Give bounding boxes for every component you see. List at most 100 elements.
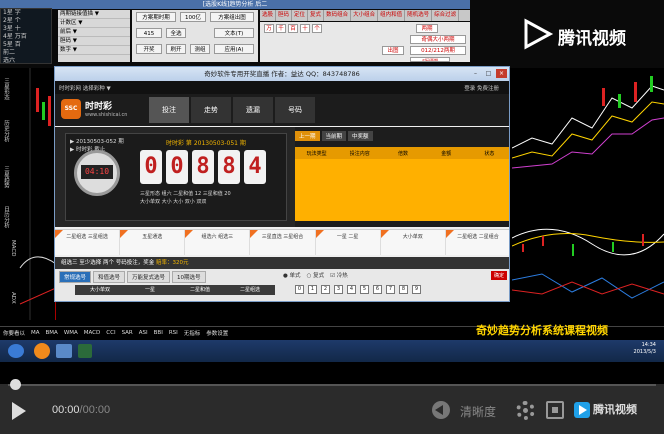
- odd-even-button[interactable]: 奇偶大小两期: [410, 35, 466, 44]
- menu-item[interactable]: 胆码: [276, 10, 293, 21]
- menu-item[interactable]: 数码组合: [324, 10, 352, 21]
- volume-icon[interactable]: [432, 401, 450, 419]
- play-icon[interactable]: [12, 402, 26, 420]
- tree-item[interactable]: 2星 个: [1, 17, 51, 25]
- filter-select[interactable]: 前后 ▼: [58, 28, 130, 37]
- two-period-button[interactable]: 两期: [416, 24, 438, 33]
- position-button[interactable]: 万: [264, 24, 274, 33]
- play-type-item[interactable]: 组选六 组选三: [185, 230, 251, 255]
- indicator-item[interactable]: 你要看以: [0, 329, 28, 337]
- tab-bet[interactable]: 投注: [149, 97, 189, 123]
- login-links[interactable]: 登录 免费注册: [460, 84, 503, 92]
- indicator-item[interactable]: WMA: [61, 330, 81, 336]
- tab-ten-period-pick[interactable]: 10期选号: [172, 271, 206, 283]
- multiple-radio[interactable]: ○ 复式: [307, 271, 325, 279]
- select-all-button[interactable]: 全选: [166, 28, 186, 38]
- number-ball[interactable]: 3: [334, 285, 343, 294]
- progress-handle[interactable]: [10, 379, 21, 390]
- gear-icon[interactable]: [516, 401, 535, 420]
- number-ball[interactable]: 5: [360, 285, 369, 294]
- minimize-icon[interactable]: –: [470, 69, 481, 78]
- single-radio[interactable]: ● 单式: [283, 271, 301, 279]
- maximize-icon[interactable]: □: [483, 69, 494, 78]
- code-two-period-button[interactable]: 012/212两期: [410, 46, 466, 55]
- scheme-count-field[interactable]: 100亿: [180, 12, 206, 22]
- period-field[interactable]: 415: [136, 28, 162, 38]
- menu-item[interactable]: 组内和值: [378, 10, 406, 21]
- menu-item[interactable]: 选股: [260, 10, 277, 21]
- tab-regular-pick[interactable]: 常规选号: [59, 271, 92, 283]
- indicator-item[interactable]: CCI: [103, 330, 118, 336]
- number-ball[interactable]: 2: [321, 285, 330, 294]
- number-ball[interactable]: 9: [412, 285, 421, 294]
- play-type-item[interactable]: 一星 二星: [315, 230, 381, 255]
- filter-select[interactable]: 数字 ▼: [58, 46, 130, 55]
- tab-sum-pick[interactable]: 和值选号: [93, 271, 126, 283]
- filter-select[interactable]: 胆码 ▼: [58, 37, 130, 46]
- indicator-item[interactable]: ASI: [136, 330, 151, 336]
- progress-bar[interactable]: [8, 379, 656, 390]
- pair-two-period-button[interactable]: 对码两期: [410, 57, 450, 62]
- tree-item[interactable]: 前二: [1, 49, 51, 57]
- category-tree[interactable]: 1星 字 2星 个 3星 十 4星 万百 5星 百 前二 选六: [0, 8, 52, 64]
- tab-numbers[interactable]: 号码: [275, 97, 315, 123]
- menu-item[interactable]: 随机选号: [405, 10, 433, 21]
- confirm-button[interactable]: 确定: [490, 271, 507, 280]
- tree-item[interactable]: 1星 字: [1, 9, 51, 17]
- lottery-select[interactable]: 时时彩网 选择彩种 ▼: [55, 84, 115, 92]
- indicator-item[interactable]: SAR: [119, 330, 136, 336]
- play-type-item[interactable]: 三星直选 三星组合: [250, 230, 316, 255]
- position-button[interactable]: 百: [288, 24, 298, 33]
- indicator-item[interactable]: BBI: [151, 330, 166, 336]
- tab-last-period[interactable]: 上一期: [295, 131, 320, 141]
- indicator-item[interactable]: RSI: [166, 330, 181, 336]
- tree-item[interactable]: 选六: [1, 57, 51, 65]
- chart-button[interactable]: 出图: [382, 46, 404, 55]
- number-ball[interactable]: 6: [373, 285, 382, 294]
- play-type-item[interactable]: 五星通选: [120, 230, 186, 255]
- fullscreen-icon[interactable]: [546, 401, 564, 419]
- tencent-video-brand[interactable]: 腾讯视频: [574, 401, 637, 418]
- number-ball[interactable]: 7: [386, 285, 395, 294]
- number-ball[interactable]: 4: [347, 285, 356, 294]
- apply-button[interactable]: 应用(A): [214, 44, 254, 54]
- tab-combo-pick[interactable]: 万能复式选号: [127, 271, 171, 283]
- menu-item[interactable]: 定位: [292, 10, 309, 21]
- indicator-item[interactable]: 无指标: [181, 329, 204, 337]
- indicator-item[interactable]: MACD: [81, 330, 104, 336]
- play-type-item[interactable]: 大小单双: [380, 230, 446, 255]
- tree-item[interactable]: 3星 十: [1, 25, 51, 33]
- filter-select[interactable]: 两期链接值描 ▼: [58, 10, 130, 19]
- menu-item[interactable]: 综合过滤: [432, 10, 460, 21]
- test-button[interactable]: 测组: [190, 44, 210, 54]
- play-type-item[interactable]: 二星组选 二星组合: [445, 230, 509, 255]
- close-icon[interactable]: ×: [496, 69, 507, 78]
- play-type-item[interactable]: 二星组选 三星组选: [55, 230, 121, 255]
- draw-button[interactable]: 开奖: [136, 44, 162, 54]
- indicator-item[interactable]: MA: [28, 330, 43, 336]
- tab-missing[interactable]: 遗漏: [233, 97, 273, 123]
- position-button[interactable]: 十: [300, 24, 310, 33]
- hot-cold-checkbox[interactable]: ☑ 冷热: [330, 271, 348, 279]
- tab-prize[interactable]: 中奖额: [348, 131, 373, 141]
- number-ball[interactable]: 8: [399, 285, 408, 294]
- scheme-chart-button[interactable]: 方案组出图: [210, 12, 254, 22]
- menu-item[interactable]: 复式: [308, 10, 325, 21]
- video-frame[interactable]: [选股K线]趋势分析 后二 1星 字 2星 个 3星 十 4星 万百 5星 百 …: [0, 0, 664, 384]
- position-button[interactable]: 千: [276, 24, 286, 33]
- filter-select[interactable]: 计数区 ▼: [58, 19, 130, 28]
- indicator-item[interactable]: 参数设置: [203, 329, 231, 337]
- text-button[interactable]: 文本(T): [214, 28, 254, 38]
- tree-item[interactable]: 5星 百: [1, 41, 51, 49]
- tree-item[interactable]: 4星 万百: [1, 33, 51, 41]
- site-logo[interactable]: SSC 时时彩 www.shishicai.cn: [61, 97, 145, 123]
- menu-item[interactable]: 大小组合: [351, 10, 379, 21]
- open-button[interactable]: 刷开: [166, 44, 186, 54]
- number-ball[interactable]: 1: [308, 285, 317, 294]
- scheme-period-button[interactable]: 方案期时期: [136, 12, 176, 22]
- indicator-item[interactable]: BMA: [43, 330, 61, 336]
- tab-trend[interactable]: 走势: [191, 97, 231, 123]
- number-ball[interactable]: 0: [295, 285, 304, 294]
- quality-button[interactable]: 清晰度: [460, 403, 496, 420]
- position-button[interactable]: 个: [312, 24, 322, 33]
